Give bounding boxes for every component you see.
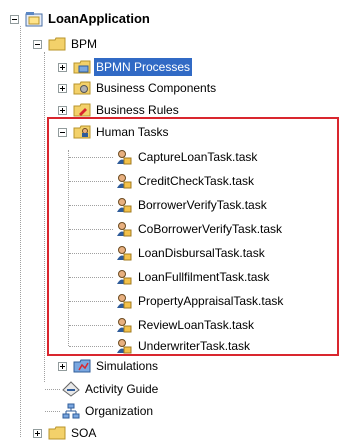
tree-node-simulations[interactable]: Simulations — [58, 357, 160, 375]
expand-toggle[interactable] — [58, 361, 67, 371]
node-label: LoanApplication — [48, 11, 150, 26]
node-label: Simulations — [96, 359, 159, 373]
node-label: Business Components — [96, 81, 217, 95]
collapse-toggle[interactable] — [10, 14, 19, 24]
expand-toggle[interactable] — [33, 428, 42, 438]
tree-node-bpm[interactable]: BPM — [33, 35, 99, 53]
activity-guide-icon — [62, 381, 80, 397]
tree-node-soa[interactable]: SOA — [33, 424, 98, 442]
node-label: Activity Guide — [85, 382, 159, 396]
expand-toggle[interactable] — [58, 83, 67, 93]
folder-icon — [48, 425, 66, 441]
folder-icon — [48, 36, 66, 52]
node-label: SOA — [71, 426, 97, 440]
tree-node-bpmn-processes[interactable]: BPMN Processes — [58, 58, 193, 76]
tree-branch — [45, 389, 60, 390]
rules-folder-icon — [73, 102, 91, 118]
bpmn-folder-icon — [73, 59, 91, 75]
node-label: BPMN Processes — [94, 58, 193, 76]
tree-node-activity-guide[interactable]: Activity Guide — [62, 380, 160, 398]
expand-toggle[interactable] — [58, 62, 67, 72]
tree-line — [20, 26, 21, 437]
node-label: Organization — [85, 404, 154, 418]
simulations-folder-icon — [73, 358, 91, 374]
tree-node-organization[interactable]: Organization — [62, 402, 155, 420]
tree-node-loanapplication[interactable]: LoanApplication — [10, 10, 152, 28]
collapse-toggle[interactable] — [33, 39, 42, 49]
node-label: BPM — [71, 37, 98, 51]
components-folder-icon — [73, 80, 91, 96]
tree-line — [44, 52, 45, 382]
organization-icon — [62, 403, 80, 419]
tree-node-business-components[interactable]: Business Components — [58, 79, 218, 97]
highlight-frame — [47, 117, 339, 356]
project-icon — [25, 11, 43, 27]
expand-toggle[interactable] — [58, 105, 67, 115]
tree-branch — [45, 411, 60, 412]
